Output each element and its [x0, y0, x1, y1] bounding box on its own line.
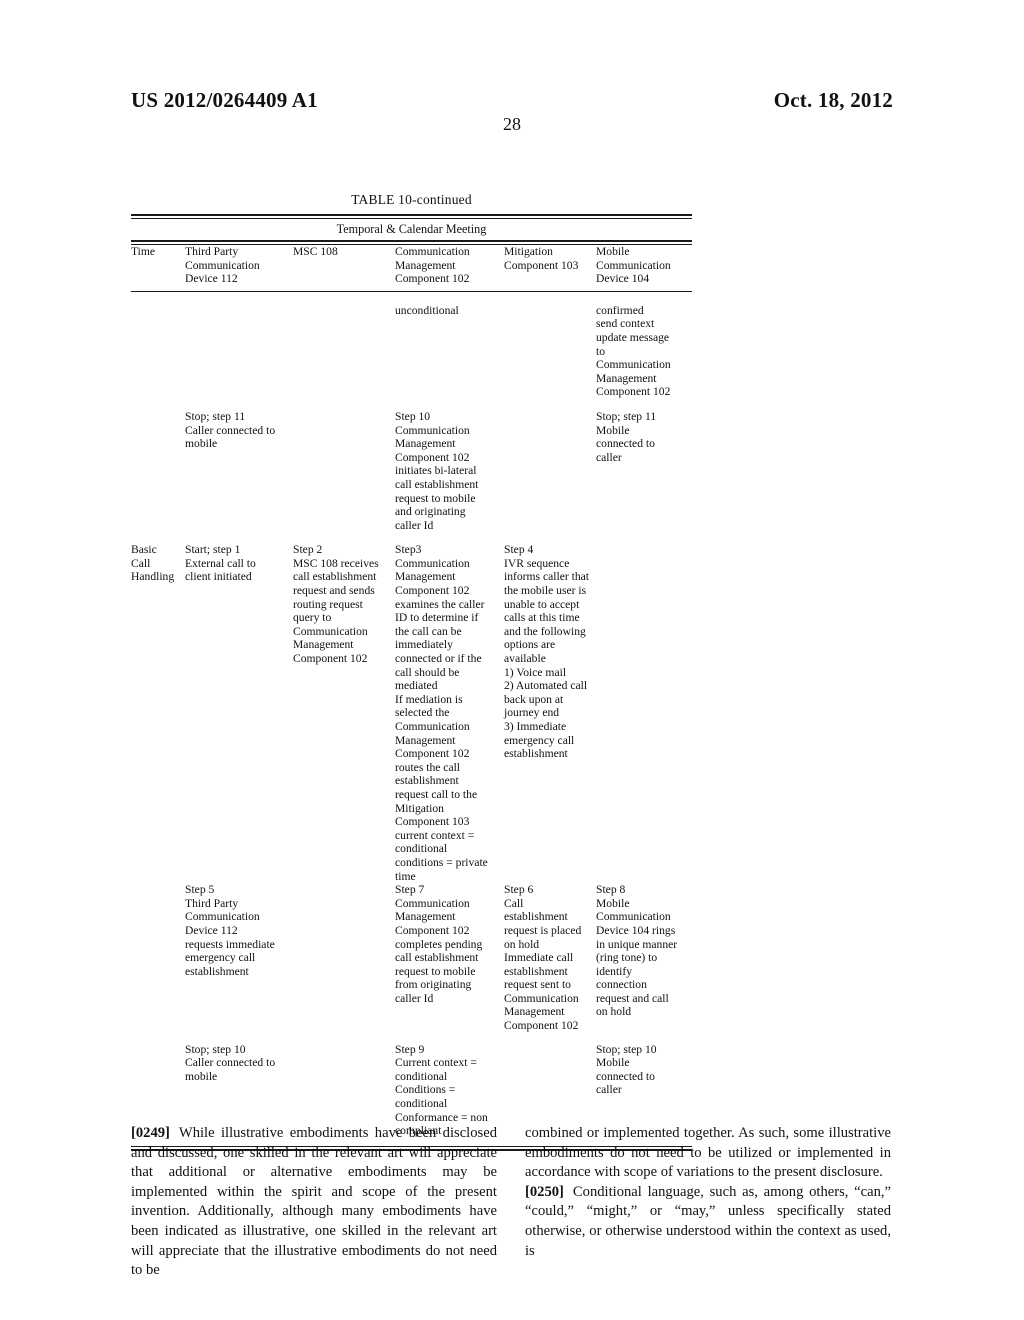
cell-cmc: unconditional — [395, 303, 459, 317]
cell-mobile: Stop; step 11 Mobile connected to caller — [596, 409, 657, 464]
paragraph-text: Conditional language, such as, among oth… — [525, 1183, 891, 1259]
cell-time — [131, 399, 185, 532]
body-column-right: combined or implemented together. As suc… — [525, 1124, 891, 1281]
cell-mitigation — [504, 1033, 596, 1138]
cell-third-party: Start; step 1 External call to client in… — [185, 543, 256, 584]
paragraph-0249: [0249] While illustrative embodiments hav… — [131, 1124, 497, 1281]
cell-mitigation — [504, 292, 596, 399]
paragraph-text: combined or implemented together. As suc… — [525, 1125, 891, 1181]
table-subtitle: Temporal & Calendar Meeting — [336, 222, 487, 236]
table-caption: TABLE 10-continued — [351, 192, 472, 207]
table-10-continued: TABLE 10-continued Temporal & Calendar M… — [131, 192, 692, 1151]
cell-mitigation: Step 6 Call establishment request is pla… — [504, 883, 582, 1033]
paragraph-0250: [0250] Conditional language, such as, amo… — [525, 1183, 891, 1261]
column-header-msc: MSC 108 — [293, 245, 338, 258]
table-header-row: Time Third Party Communication Device 11… — [131, 245, 692, 291]
cell-msc: Step 2 MSC 108 receives call establishme… — [293, 543, 379, 666]
column-header-mobile-device: Mobile Communication Device 104 — [596, 245, 671, 286]
column-header-mitigation-component: Mitigation Component 103 — [504, 245, 579, 272]
table-row: Basic Call Handling Start; step 1 Extern… — [131, 532, 692, 883]
body-text: [0249] While illustrative embodiments hav… — [131, 1124, 891, 1281]
cell-mobile: confirmed send context update message to… — [596, 303, 671, 399]
cell-msc — [293, 883, 395, 1033]
table-row: Stop; step 10 Caller connected to mobile… — [131, 1033, 692, 1138]
patent-page: US 2012/0264409 A1 Oct. 18, 2012 28 TABL… — [0, 0, 1024, 1320]
table-grid: Time Third Party Communication Device 11… — [131, 245, 692, 291]
paragraph-0249-continued: combined or implemented together. As suc… — [525, 1124, 891, 1183]
paragraph-text: While illustrative embodiments have been… — [131, 1125, 497, 1279]
publication-number: US 2012/0264409 A1 — [131, 88, 318, 112]
cell-mitigation — [504, 399, 596, 532]
table-row: unconditional confirmed send context upd… — [131, 292, 692, 399]
publication-date: Oct. 18, 2012 — [773, 88, 893, 112]
column-header-third-party-device: Third Party Communication Device 112 — [185, 245, 260, 286]
cell-third-party: Stop; step 10 Caller connected to mobile — [185, 1042, 276, 1083]
column-header-time: Time — [131, 245, 156, 258]
paragraph-number: [0250] — [525, 1183, 564, 1200]
table-row: Stop; step 11 Caller connected to mobile… — [131, 399, 692, 532]
cell-mitigation: Step 4 IVR sequence informs caller that … — [504, 543, 589, 761]
running-head: US 2012/0264409 A1 Oct. 18, 2012 — [131, 88, 893, 116]
cell-cmc: Step 9 Current context = conditional Con… — [395, 1042, 488, 1138]
cell-cmc: Step3 Communication Management Component… — [395, 543, 488, 883]
cell-time: Basic Call Handling — [131, 543, 175, 584]
cell-third-party: Step 5 Third Party Communication Device … — [185, 883, 275, 978]
table-header: Time Third Party Communication Device 11… — [131, 245, 692, 291]
table-row: Step 5 Third Party Communication Device … — [131, 883, 692, 1033]
cell-third-party — [185, 292, 293, 399]
cell-time — [131, 292, 185, 399]
page-number: 28 — [503, 114, 521, 134]
cell-mobile: Stop; step 10 Mobile connected to caller — [596, 1042, 657, 1097]
table-body: unconditional confirmed send context upd… — [131, 292, 692, 1138]
cell-cmc: Step 7 Communication Management Componen… — [395, 883, 483, 1005]
cell-time — [131, 1033, 185, 1138]
paragraph-number: [0249] — [131, 1125, 170, 1141]
cell-msc — [293, 399, 395, 532]
column-header-communication-management-component: Communication Management Component 102 — [395, 245, 470, 286]
cell-msc — [293, 1033, 395, 1138]
body-column-left: [0249] While illustrative embodiments hav… — [131, 1124, 497, 1281]
cell-msc — [293, 292, 395, 399]
cell-time — [131, 883, 185, 1033]
cell-third-party: Stop; step 11 Caller connected to mobile — [185, 409, 276, 451]
cell-mobile: Step 8 Mobile Communication Device 104 r… — [596, 883, 678, 1019]
cell-mobile — [596, 532, 692, 883]
cell-cmc: Step 10 Communication Management Compone… — [395, 409, 479, 532]
